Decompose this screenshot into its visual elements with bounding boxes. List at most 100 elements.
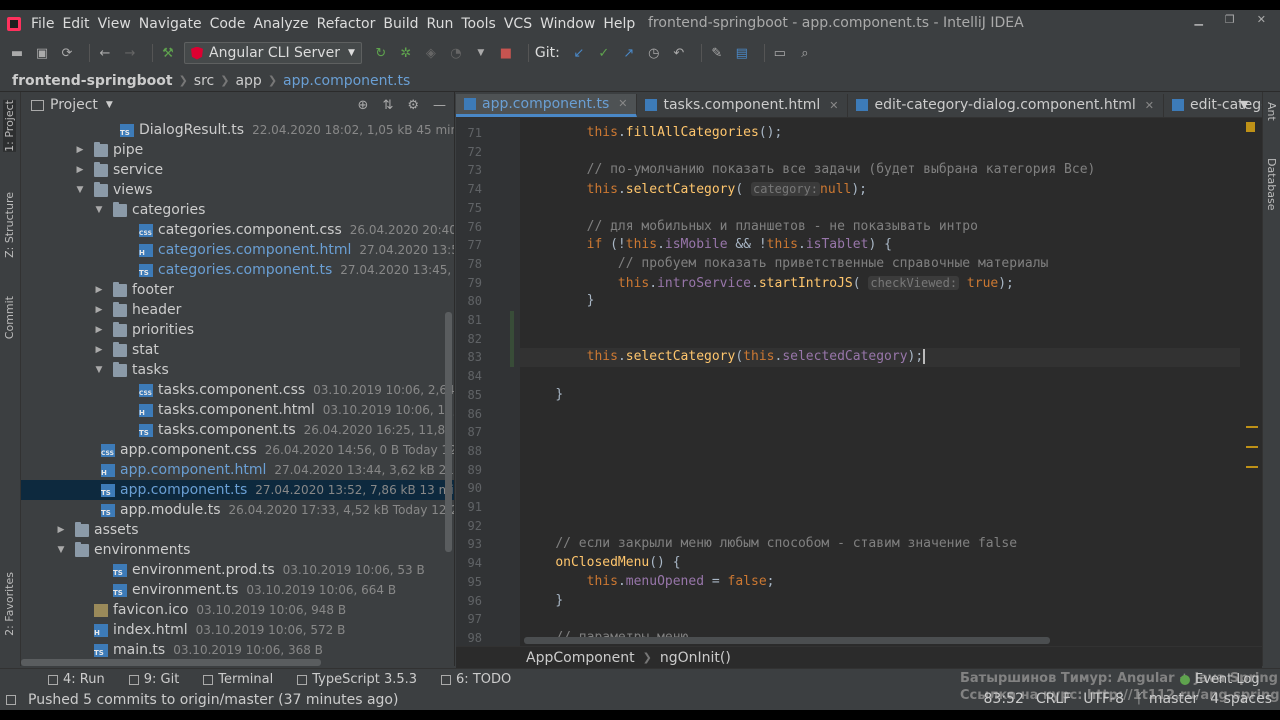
line-number[interactable]: 88 [456,442,482,461]
line-number[interactable]: 96 [456,592,482,611]
line-number[interactable]: 85 [456,386,482,405]
code-line[interactable]: this.introService.startIntroJS( checkVie… [520,274,1250,293]
menu-help[interactable]: Help [603,16,635,32]
editor-tab[interactable]: tasks.component.html ✕ [637,94,849,117]
tool-tab-git[interactable]: 9: Git [128,672,179,687]
chevron-down-icon[interactable]: ▼ [106,100,113,110]
tree-vertical-scrollbar[interactable] [445,312,452,552]
event-log-button[interactable]: Event Log [1180,672,1260,687]
menu-analyze[interactable]: Analyze [253,16,308,32]
menu-file[interactable]: File [31,16,54,32]
stop-icon[interactable]: ■ [497,44,515,62]
rollback-icon[interactable]: ↶ [670,44,688,62]
build-hammer-icon[interactable]: ⚒ [159,44,177,62]
code-line[interactable] [520,311,1250,330]
tree-folder[interactable]: ▶ stat [21,340,454,360]
tool-tab-favorites[interactable]: 2: Favorites [3,572,16,636]
project-panel-title[interactable]: Project [50,97,98,113]
menu-view[interactable]: View [98,16,131,32]
tree-folder[interactable]: ▼ views [21,180,454,200]
tree-file[interactable]: categories.component.html 27.04.2020 13:5… [21,240,454,260]
line-number[interactable]: 83 [456,348,482,367]
error-stripe-mark[interactable] [1246,426,1258,428]
menu-code[interactable]: Code [210,16,246,32]
code-line[interactable] [520,423,1250,442]
line-number[interactable]: 71 [456,124,482,143]
menu-build[interactable]: Build [383,16,418,32]
code-line[interactable]: } [520,292,1250,311]
error-stripe-mark[interactable] [1246,446,1258,448]
line-number[interactable]: 98 [456,629,482,648]
editor-horizontal-scrollbar[interactable] [524,637,1050,644]
code-line[interactable] [520,405,1250,424]
code-line[interactable] [520,143,1250,162]
tree-file[interactable]: tasks.component.ts 26.04.2020 16:25, 11,8… [21,420,454,440]
line-number[interactable]: 78 [456,255,482,274]
inspection-status-icon[interactable] [1246,122,1255,132]
git-push-icon[interactable]: ↗ [620,44,638,62]
tool-tab-database[interactable]: Database [1265,158,1278,211]
code-line[interactable]: // пробуем показать приветственные справ… [520,255,1250,274]
tree-folder[interactable]: ▼ environments [21,540,454,560]
tree-folder[interactable]: ▼ categories [21,200,454,220]
chevron-down-icon[interactable]: ▼ [55,545,67,555]
tool-tab-project[interactable]: 1: Project [3,100,16,152]
profile-icon[interactable]: ◔ [447,44,465,62]
chevron-right-icon[interactable]: ▶ [93,325,105,335]
editor-tab[interactable]: edit-category-dialog.component.html ✕ [848,94,1164,117]
close-tab-icon[interactable]: ✕ [829,99,838,112]
line-number[interactable]: 87 [456,423,482,442]
tool-tab-structure[interactable]: Z: Structure [3,192,16,258]
tree-folder[interactable]: ▶ service [21,160,454,180]
chevron-right-icon[interactable]: ▶ [74,145,86,155]
tree-file[interactable]: app.component.css 26.04.2020 14:56, 0 B T… [21,440,454,460]
line-number[interactable]: 82 [456,330,482,349]
line-number[interactable]: 84 [456,367,482,386]
code-line[interactable] [520,517,1250,536]
open-folder-icon[interactable]: ▬ [8,44,26,62]
chevron-right-icon[interactable]: ▶ [93,285,105,295]
code-line[interactable] [520,461,1250,480]
gear-icon[interactable]: ⚙ [407,98,419,113]
git-commit-icon[interactable]: ✓ [595,44,613,62]
line-number[interactable]: 89 [456,461,482,480]
vcs-change-marker[interactable] [510,348,514,368]
collapse-all-icon[interactable]: ⇅ [382,98,393,113]
line-number[interactable]: 95 [456,573,482,592]
code-line[interactable]: // для мобильных и планшетов - не показы… [520,218,1250,237]
code-line[interactable] [520,479,1250,498]
presentation-icon[interactable]: ▭ [771,44,789,62]
line-number[interactable]: 94 [456,554,482,573]
line-number[interactable]: 76 [456,218,482,237]
tool-tab-run[interactable]: 4: Run [48,672,105,687]
code-line[interactable]: this.menuOpened = false; [520,573,1250,592]
line-number[interactable]: 81 [456,311,482,330]
forward-icon[interactable]: → [121,44,139,62]
code-crumb-method[interactable]: ngOnInit() [660,650,731,666]
run-configuration-select[interactable]: Angular CLI Server ▼ [184,42,362,64]
code-line[interactable]: if (!this.isMobile && !this.isTablet) { [520,236,1250,255]
tree-horizontal-scrollbar[interactable] [21,659,321,666]
code-line[interactable]: } [520,592,1250,611]
menu-navigate[interactable]: Navigate [139,16,202,32]
code-line[interactable]: // если закрыли меню любым способом - ст… [520,535,1250,554]
tree-file[interactable]: tasks.component.css 03.10.2019 10:06, 2,6… [21,380,454,400]
menu-run[interactable]: Run [427,16,454,32]
line-number[interactable]: 80 [456,292,482,311]
line-number[interactable]: 93 [456,535,482,554]
close-tab-icon[interactable]: ✕ [1145,99,1154,112]
tree-folder[interactable]: ▶ pipe [21,140,454,160]
tree-file[interactable]: categories.component.ts 27.04.2020 13:45,… [21,260,454,280]
file-encoding[interactable]: UTF-8 [1083,691,1124,707]
chevron-down-icon[interactable]: ▼ [93,365,105,375]
breadcrumb-file[interactable]: app.component.ts [283,73,410,89]
menu-window[interactable]: Window [540,16,595,32]
sync-icon[interactable]: ⟳ [58,44,76,62]
search-icon[interactable]: ⌕ [796,44,814,62]
line-number[interactable]: 72 [456,143,482,162]
tree-file[interactable]: favicon.ico 03.10.2019 10:06, 948 B [21,600,454,620]
line-number[interactable]: 92 [456,517,482,536]
minimize-icon[interactable]: ▁ [1194,13,1202,26]
chevron-right-icon[interactable]: ▶ [93,345,105,355]
tool-tab-ant[interactable]: Ant [1265,102,1278,121]
